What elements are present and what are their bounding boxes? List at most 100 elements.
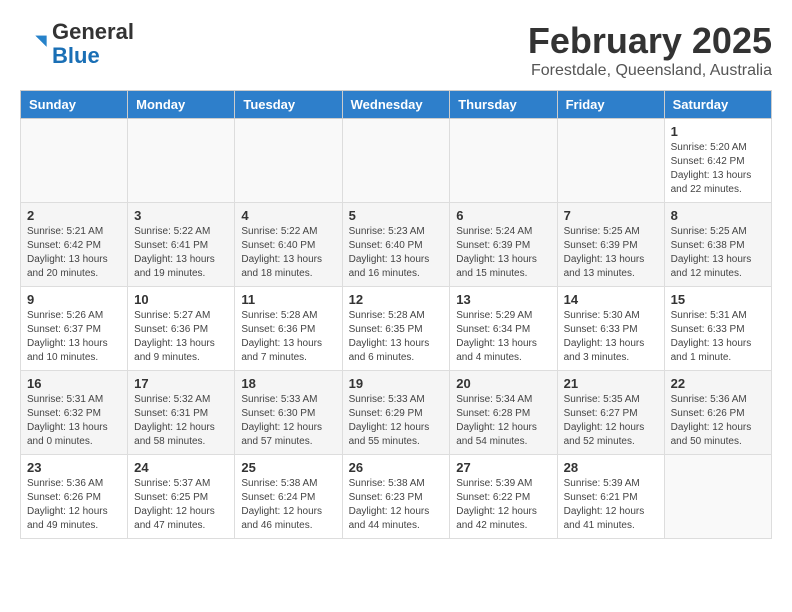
day-number: 7 <box>564 208 658 223</box>
logo-text: General Blue <box>52 20 134 68</box>
calendar-cell: 8 Sunrise: 5:25 AM Sunset: 6:38 PM Daylig… <box>664 203 771 287</box>
calendar-day-header: Thursday <box>450 91 557 119</box>
calendar-cell: 17 Sunrise: 5:32 AM Sunset: 6:31 PM Dayli… <box>128 371 235 455</box>
logo-blue-text: Blue <box>52 43 100 68</box>
day-info: Sunrise: 5:27 AM Sunset: 6:36 PM Dayligh… <box>134 309 228 365</box>
day-number: 11 <box>241 292 335 307</box>
day-number: 17 <box>134 376 228 391</box>
day-number: 5 <box>349 208 444 223</box>
day-number: 13 <box>456 292 550 307</box>
day-info: Sunrise: 5:25 AM Sunset: 6:39 PM Dayligh… <box>564 225 658 281</box>
calendar-cell: 3 Sunrise: 5:22 AM Sunset: 6:41 PM Daylig… <box>128 203 235 287</box>
calendar-day-header: Saturday <box>664 91 771 119</box>
calendar-cell <box>664 455 771 539</box>
day-info: Sunrise: 5:20 AM Sunset: 6:42 PM Dayligh… <box>671 141 765 197</box>
calendar-cell <box>450 119 557 203</box>
calendar-cell: 10 Sunrise: 5:27 AM Sunset: 6:36 PM Dayli… <box>128 287 235 371</box>
day-info: Sunrise: 5:37 AM Sunset: 6:25 PM Dayligh… <box>134 477 228 533</box>
day-number: 1 <box>671 124 765 139</box>
day-info: Sunrise: 5:39 AM Sunset: 6:21 PM Dayligh… <box>564 477 658 533</box>
day-number: 18 <box>241 376 335 391</box>
day-info: Sunrise: 5:31 AM Sunset: 6:32 PM Dayligh… <box>27 393 121 449</box>
day-number: 8 <box>671 208 765 223</box>
calendar-cell: 24 Sunrise: 5:37 AM Sunset: 6:25 PM Dayli… <box>128 455 235 539</box>
day-number: 27 <box>456 460 550 475</box>
day-info: Sunrise: 5:31 AM Sunset: 6:33 PM Dayligh… <box>671 309 765 365</box>
day-info: Sunrise: 5:32 AM Sunset: 6:31 PM Dayligh… <box>134 393 228 449</box>
day-number: 20 <box>456 376 550 391</box>
day-number: 23 <box>27 460 121 475</box>
calendar-cell <box>21 119 128 203</box>
day-info: Sunrise: 5:33 AM Sunset: 6:30 PM Dayligh… <box>241 393 335 449</box>
day-number: 28 <box>564 460 658 475</box>
calendar-cell: 5 Sunrise: 5:23 AM Sunset: 6:40 PM Daylig… <box>342 203 450 287</box>
day-info: Sunrise: 5:36 AM Sunset: 6:26 PM Dayligh… <box>671 393 765 449</box>
day-number: 12 <box>349 292 444 307</box>
calendar-cell: 16 Sunrise: 5:31 AM Sunset: 6:32 PM Dayli… <box>21 371 128 455</box>
calendar-week-row: 9 Sunrise: 5:26 AM Sunset: 6:37 PM Daylig… <box>21 287 772 371</box>
calendar-cell: 27 Sunrise: 5:39 AM Sunset: 6:22 PM Dayli… <box>450 455 557 539</box>
calendar-cell <box>128 119 235 203</box>
day-info: Sunrise: 5:35 AM Sunset: 6:27 PM Dayligh… <box>564 393 658 449</box>
day-info: Sunrise: 5:38 AM Sunset: 6:23 PM Dayligh… <box>349 477 444 533</box>
day-info: Sunrise: 5:28 AM Sunset: 6:36 PM Dayligh… <box>241 309 335 365</box>
day-number: 10 <box>134 292 228 307</box>
day-number: 4 <box>241 208 335 223</box>
day-info: Sunrise: 5:38 AM Sunset: 6:24 PM Dayligh… <box>241 477 335 533</box>
calendar-day-header: Monday <box>128 91 235 119</box>
calendar-cell <box>235 119 342 203</box>
day-number: 21 <box>564 376 658 391</box>
calendar-cell: 28 Sunrise: 5:39 AM Sunset: 6:21 PM Dayli… <box>557 455 664 539</box>
calendar-cell: 14 Sunrise: 5:30 AM Sunset: 6:33 PM Dayli… <box>557 287 664 371</box>
day-info: Sunrise: 5:28 AM Sunset: 6:35 PM Dayligh… <box>349 309 444 365</box>
day-number: 24 <box>134 460 228 475</box>
calendar-cell: 9 Sunrise: 5:26 AM Sunset: 6:37 PM Daylig… <box>21 287 128 371</box>
calendar-cell: 11 Sunrise: 5:28 AM Sunset: 6:36 PM Dayli… <box>235 287 342 371</box>
calendar-day-header: Tuesday <box>235 91 342 119</box>
header: General Blue February 2025 Forestdale, Q… <box>20 20 772 80</box>
calendar-week-row: 1 Sunrise: 5:20 AM Sunset: 6:42 PM Daylig… <box>21 119 772 203</box>
day-number: 6 <box>456 208 550 223</box>
day-number: 9 <box>27 292 121 307</box>
calendar-day-header: Sunday <box>21 91 128 119</box>
title-section: February 2025 Forestdale, Queensland, Au… <box>528 20 772 80</box>
day-info: Sunrise: 5:24 AM Sunset: 6:39 PM Dayligh… <box>456 225 550 281</box>
logo-general-text: General <box>52 19 134 44</box>
day-info: Sunrise: 5:39 AM Sunset: 6:22 PM Dayligh… <box>456 477 550 533</box>
calendar-cell: 12 Sunrise: 5:28 AM Sunset: 6:35 PM Dayli… <box>342 287 450 371</box>
logo-icon <box>20 30 48 58</box>
day-info: Sunrise: 5:33 AM Sunset: 6:29 PM Dayligh… <box>349 393 444 449</box>
location-subtitle: Forestdale, Queensland, Australia <box>528 62 772 80</box>
calendar-cell: 1 Sunrise: 5:20 AM Sunset: 6:42 PM Daylig… <box>664 119 771 203</box>
calendar-cell: 13 Sunrise: 5:29 AM Sunset: 6:34 PM Dayli… <box>450 287 557 371</box>
calendar-cell: 23Sunrise: 5:36 AM Sunset: 6:26 PM Dayli… <box>21 455 128 539</box>
calendar-title: February 2025 <box>528 20 772 62</box>
day-info: Sunrise: 5:30 AM Sunset: 6:33 PM Dayligh… <box>564 309 658 365</box>
calendar-week-row: 16 Sunrise: 5:31 AM Sunset: 6:32 PM Dayli… <box>21 371 772 455</box>
calendar-cell: 7 Sunrise: 5:25 AM Sunset: 6:39 PM Daylig… <box>557 203 664 287</box>
calendar-header-row: SundayMondayTuesdayWednesdayThursdayFrid… <box>21 91 772 119</box>
calendar-cell: 20 Sunrise: 5:34 AM Sunset: 6:28 PM Dayli… <box>450 371 557 455</box>
calendar-cell: 19Sunrise: 5:33 AM Sunset: 6:29 PM Dayli… <box>342 371 450 455</box>
day-info: Sunrise: 5:29 AM Sunset: 6:34 PM Dayligh… <box>456 309 550 365</box>
day-number: 16 <box>27 376 121 391</box>
day-info: Sunrise: 5:23 AM Sunset: 6:40 PM Dayligh… <box>349 225 444 281</box>
calendar-week-row: 23Sunrise: 5:36 AM Sunset: 6:26 PM Dayli… <box>21 455 772 539</box>
calendar-day-header: Friday <box>557 91 664 119</box>
calendar-cell <box>557 119 664 203</box>
day-info: Sunrise: 5:25 AM Sunset: 6:38 PM Dayligh… <box>671 225 765 281</box>
day-number: 25 <box>241 460 335 475</box>
day-number: 22 <box>671 376 765 391</box>
logo: General Blue <box>20 20 134 68</box>
calendar-cell: 4Sunrise: 5:22 AM Sunset: 6:40 PM Daylig… <box>235 203 342 287</box>
calendar-week-row: 2Sunrise: 5:21 AM Sunset: 6:42 PM Daylig… <box>21 203 772 287</box>
day-info: Sunrise: 5:21 AM Sunset: 6:42 PM Dayligh… <box>27 225 121 281</box>
calendar-cell: 2Sunrise: 5:21 AM Sunset: 6:42 PM Daylig… <box>21 203 128 287</box>
day-info: Sunrise: 5:22 AM Sunset: 6:41 PM Dayligh… <box>134 225 228 281</box>
day-number: 3 <box>134 208 228 223</box>
calendar-cell: 18 Sunrise: 5:33 AM Sunset: 6:30 PM Dayli… <box>235 371 342 455</box>
day-number: 14 <box>564 292 658 307</box>
day-info: Sunrise: 5:26 AM Sunset: 6:37 PM Dayligh… <box>27 309 121 365</box>
calendar-cell: 22 Sunrise: 5:36 AM Sunset: 6:26 PM Dayli… <box>664 371 771 455</box>
day-info: Sunrise: 5:34 AM Sunset: 6:28 PM Dayligh… <box>456 393 550 449</box>
